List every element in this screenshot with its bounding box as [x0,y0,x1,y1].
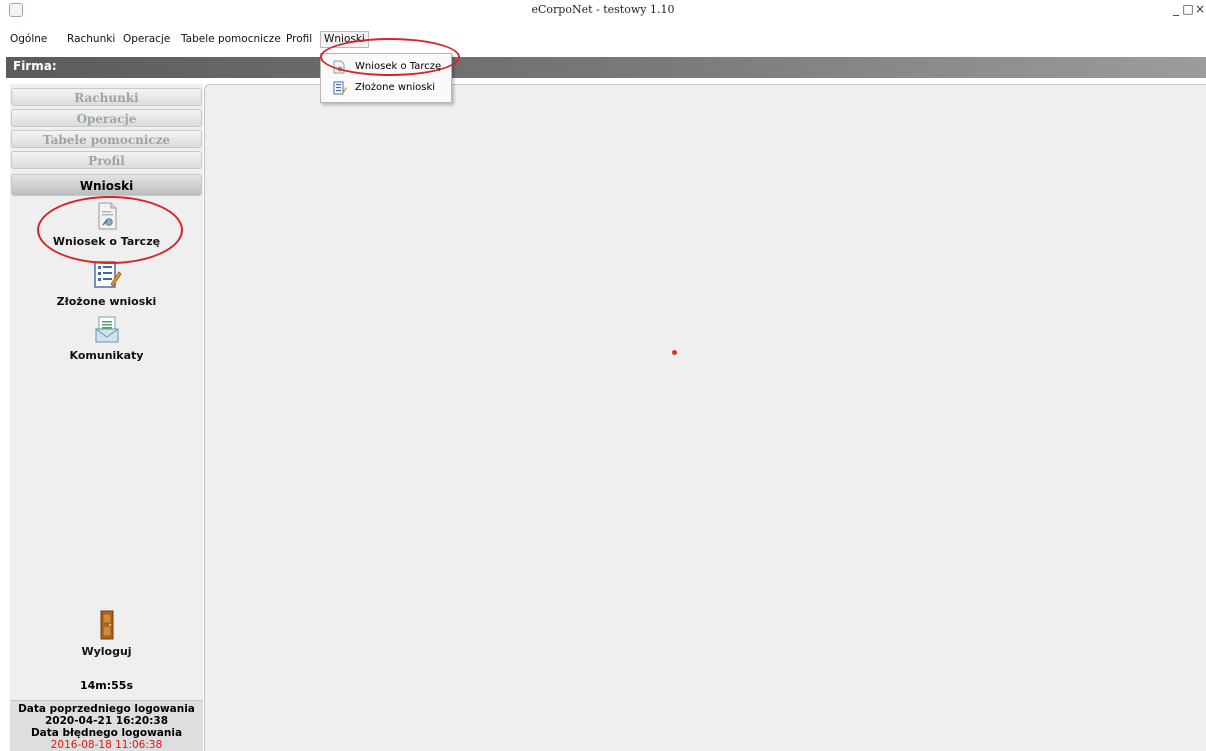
annotation-ring-menu [320,38,460,76]
title-bar: eCorpoNet - testowy 1.10 _ □× [0,0,1206,20]
menu-bar: Ogólne Rachunki Operacje Tabele pomocnic… [0,30,1206,50]
tile-label: Złożone wnioski [56,295,157,308]
message-icon [94,316,120,347]
nav-rachunki[interactable]: Rachunki [11,88,202,106]
window-controls: _ □× [1170,2,1206,16]
list-edit-icon [333,81,347,98]
menu-tabele-pomocnicze[interactable]: Tabele pomocnicze [181,33,281,45]
menu-operacje[interactable]: Operacje [123,33,170,45]
menu-rachunki[interactable]: Rachunki [67,33,115,45]
prev-login-value: 2020-04-21 16:20:38 [44,715,169,727]
firma-bar: Firma: [6,57,1206,78]
login-info: Data poprzedniego logowania 2020-04-21 1… [10,700,203,751]
list-edit-icon [92,260,122,293]
annotation-ring-tile [37,196,183,264]
tile-zlozone-wnioski[interactable]: Złożone wnioski [10,260,203,308]
tile-label: Komunikaty [69,349,144,362]
maximize-icon[interactable]: □ [1182,2,1194,16]
nav-profil[interactable]: Profil [11,151,202,169]
window-title: eCorpoNet - testowy 1.10 [531,3,675,16]
prev-login-label: Data poprzedniego logowania [18,703,195,715]
menu-profil[interactable]: Profil [286,33,312,45]
failed-login-value: 2016-08-18 11:06:38 [50,739,163,751]
door-icon [100,610,114,643]
minimize-icon[interactable]: _ [1170,2,1182,16]
close-icon[interactable]: × [1194,2,1206,16]
main-content [204,84,1206,751]
logout-button[interactable]: Wyloguj [10,610,203,658]
nav-tabele-pomocnicze[interactable]: Tabele pomocnicze [11,130,202,148]
dropdown-item-zlozone-wnioski[interactable]: Złożone wnioski [321,78,451,98]
cursor-dot [672,350,677,355]
logout-label: Wyloguj [81,645,132,658]
failed-login-label: Data błędnego logowania [30,727,183,739]
nav-wnioski[interactable]: Wnioski [11,174,202,196]
tile-komunikaty[interactable]: Komunikaty [10,316,203,362]
dropdown-label: Złożone wnioski [355,82,436,93]
firma-label: Firma: [13,59,57,73]
sidebar: Rachunki Operacje Tabele pomocnicze Prof… [10,84,203,751]
nav-operacje[interactable]: Operacje [11,109,202,127]
session-timer: 14m:55s [79,679,134,692]
menu-ogolne[interactable]: Ogólne [10,33,47,45]
